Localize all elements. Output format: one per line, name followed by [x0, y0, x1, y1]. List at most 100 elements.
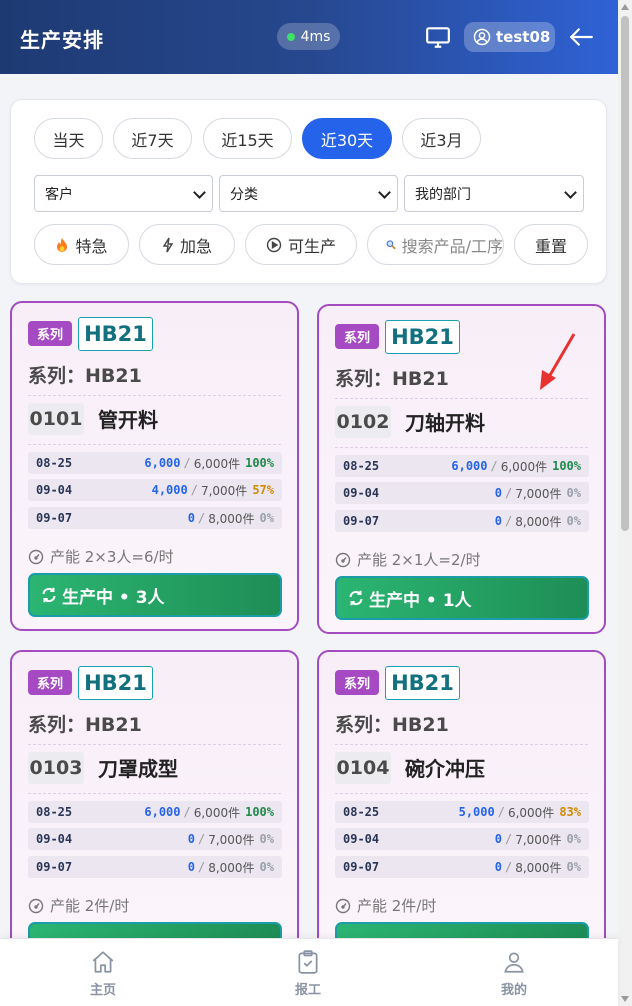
scrollbar-thumb[interactable]	[621, 16, 629, 531]
scroll-down-icon[interactable]	[621, 996, 629, 1002]
customer-select-value: 客户	[45, 186, 73, 203]
search-input[interactable]: 搜索产品/工序	[367, 224, 504, 265]
category-select[interactable]: 分类	[219, 175, 398, 212]
nav-home[interactable]: 主页	[68, 949, 138, 998]
series-code: HB21	[78, 317, 153, 351]
production-status-button[interactable]: 生产中 • 3人	[28, 573, 282, 617]
customer-select[interactable]: 客户	[34, 175, 213, 212]
divider	[335, 447, 588, 448]
row-done: 0	[494, 832, 502, 846]
urgent-toggle[interactable]: 加急	[139, 224, 235, 265]
row-percent: 100%	[245, 805, 274, 819]
process-card[interactable]: 系列 HB21 系列：HB21 0101 管开料 08-25 6,000/6,0…	[10, 301, 299, 631]
search-icon	[386, 240, 396, 250]
series-code: HB21	[385, 320, 460, 354]
refresh-icon	[349, 590, 363, 606]
row-done: 4,000	[151, 483, 188, 497]
row-done: 0	[494, 486, 502, 500]
divider	[335, 744, 588, 745]
schedule-row: 09-04 0/7,000件 0%	[335, 828, 589, 850]
schedule-row: 08-25 6,000/6,000件 100%	[28, 801, 282, 823]
series-code: HB21	[78, 666, 153, 700]
row-plan: 8,000件	[515, 860, 562, 875]
capacity-text: 产能 2件/时	[357, 897, 437, 915]
row-date: 09-07	[36, 860, 73, 874]
row-percent: 83%	[559, 805, 581, 819]
gauge-icon	[28, 898, 44, 913]
range-today[interactable]: 当天	[34, 118, 103, 159]
nav-mine[interactable]: 我的	[479, 949, 549, 998]
row-percent: 0%	[259, 860, 274, 874]
scrollbar[interactable]	[618, 0, 632, 1006]
page-title: 生产安排	[20, 28, 104, 52]
monitor-icon[interactable]	[425, 24, 451, 50]
schedule-row: 09-07 0/8,000件 0%	[28, 507, 282, 529]
series-tag: 系列	[28, 670, 72, 695]
nav-home-label: 主页	[89, 983, 116, 998]
range-3months[interactable]: 近3月	[402, 118, 481, 159]
department-select[interactable]: 我的部门	[404, 175, 584, 212]
row-plan: 6,000件	[507, 805, 555, 820]
process-name: 刀罩成型	[98, 757, 178, 781]
row-plan: 8,000件	[515, 514, 562, 529]
series-tag: 系列	[335, 670, 379, 695]
row-percent: 100%	[552, 459, 581, 473]
row-percent: 57%	[252, 483, 274, 497]
row-plan: 7,000件	[200, 483, 248, 498]
row-done: 6,000	[144, 805, 181, 819]
range-15days[interactable]: 近15天	[203, 118, 292, 159]
row-done: 0	[494, 514, 502, 528]
schedule-row: 08-25 6,000/6,000件 100%	[335, 455, 589, 477]
row-date: 08-25	[36, 456, 73, 470]
user-icon	[473, 28, 491, 46]
lightning-icon	[162, 237, 174, 252]
row-percent: 0%	[259, 832, 274, 846]
row-date: 09-07	[343, 514, 380, 528]
process-card[interactable]: 系列 HB21 系列：HB21 0104 碗介冲压 08-25 5,000/6,…	[317, 650, 606, 950]
row-plan: 6,000件	[193, 805, 241, 820]
capacity-info: 产能 2件/时	[28, 895, 129, 916]
row-date: 08-25	[343, 805, 380, 819]
scroll-up-icon[interactable]	[621, 4, 629, 10]
row-date: 09-04	[343, 486, 380, 500]
production-status-button[interactable]: 生产中 • 1人	[335, 576, 589, 620]
username: test08	[496, 28, 551, 46]
capacity-info: 产能 2×3人=6/时	[28, 546, 174, 567]
row-plan: 7,000件	[515, 832, 562, 847]
capacity-info: 产能 2件/时	[335, 895, 436, 916]
department-select-value: 我的部门	[415, 186, 471, 203]
bottom-navigation: 主页 报工 我的	[0, 938, 618, 1006]
capacity-text: 产能 2×3人=6/时	[50, 548, 174, 566]
row-date: 08-25	[343, 459, 380, 473]
schedule-row: 08-25 6,000/6,000件 100%	[28, 452, 282, 474]
producible-label: 可生产	[287, 236, 336, 256]
capacity-text: 产能 2×1人=2/时	[357, 551, 481, 569]
row-plan: 6,000件	[193, 456, 241, 471]
nav-report[interactable]: 报工	[273, 949, 343, 998]
user-menu-button[interactable]: test08	[464, 22, 555, 52]
schedule-row: 09-07 0/8,000件 0%	[335, 510, 589, 532]
row-percent: 100%	[245, 456, 274, 470]
row-plan: 6,000件	[500, 459, 548, 474]
latency-badge: 4ms	[277, 23, 340, 50]
special-urgent-toggle[interactable]: 特急	[34, 224, 129, 265]
app-header: 生产安排 4ms test08	[0, 0, 618, 74]
row-percent: 0%	[566, 860, 581, 874]
urgent-label: 加急	[179, 236, 212, 256]
row-date: 09-04	[36, 832, 73, 846]
range-7days[interactable]: 近7天	[113, 118, 192, 159]
row-date: 09-04	[343, 832, 380, 846]
special-urgent-label: 特急	[75, 236, 108, 256]
back-arrow-icon[interactable]	[568, 24, 594, 50]
series-label: 系列：HB21	[335, 368, 449, 390]
process-card[interactable]: 系列 HB21 系列：HB21 0103 刀罩成型 08-25 6,000/6,…	[10, 650, 299, 950]
chevron-down-icon	[564, 186, 577, 199]
refresh-icon	[42, 587, 56, 603]
reset-button[interactable]: 重置	[514, 224, 588, 265]
process-number: 0103	[28, 752, 84, 784]
range-30days[interactable]: 近30天	[302, 118, 392, 159]
producible-toggle[interactable]: 可生产	[245, 224, 357, 265]
series-label: 系列：HB21	[335, 714, 449, 736]
row-done: 0	[187, 832, 195, 846]
row-plan: 8,000件	[208, 511, 255, 526]
